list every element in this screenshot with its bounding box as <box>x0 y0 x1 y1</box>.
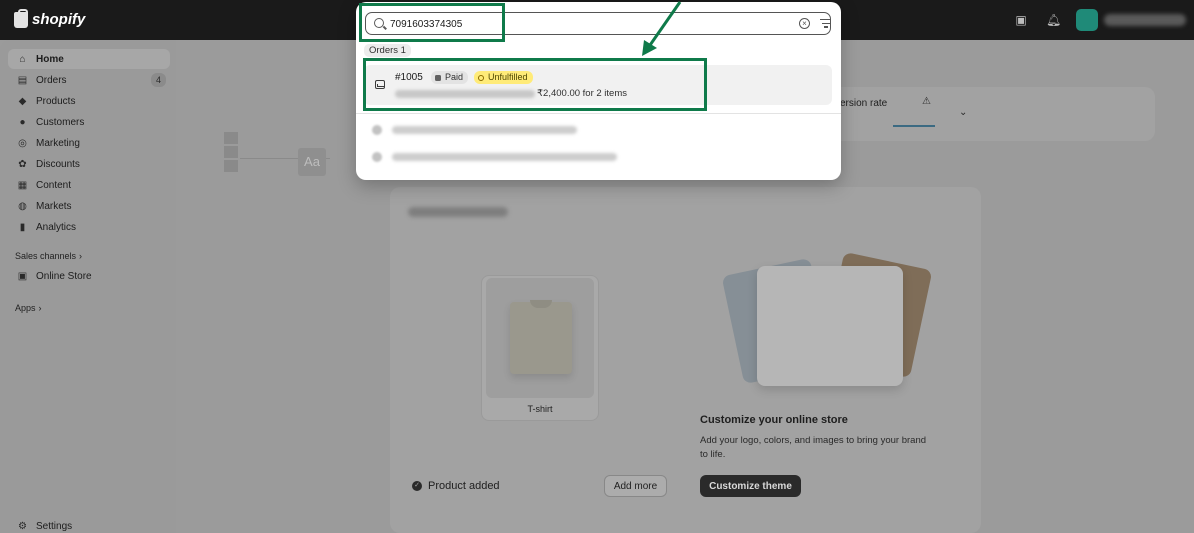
orders-icon: ▤ <box>17 74 28 86</box>
store-icon[interactable]: ▣ <box>1014 13 1028 27</box>
logo-text: shopify <box>32 11 86 28</box>
store-avatar[interactable] <box>1076 9 1098 31</box>
theme-card-front <box>757 266 903 386</box>
shopify-logo[interactable]: shopify <box>14 8 86 28</box>
sidebar-item-discounts[interactable]: ✿ Discounts <box>8 154 170 174</box>
sidebar-item-label: Content <box>36 179 72 191</box>
target-icon: ◎ <box>18 137 27 149</box>
sidebar-item-settings[interactable]: ⚙ Settings <box>8 516 170 533</box>
warning-icon: ⚠ <box>922 96 931 107</box>
suggestion-row[interactable] <box>372 124 577 136</box>
customize-theme-button[interactable]: Customize theme <box>700 475 801 497</box>
orders-filter-chip[interactable]: Orders 1 <box>364 44 411 57</box>
sidebar-item-label: Products <box>36 95 76 107</box>
sidebar-item-label: Analytics <box>36 221 77 233</box>
sidebar-item-orders[interactable]: ▤ Orders 4 <box>8 70 170 90</box>
font-icon: Aa <box>298 148 326 176</box>
sidebar: ⌂ Home ▤ Orders 4 ◆ Products ● Customers… <box>0 40 176 533</box>
customize-store-description: Add your logo, colors, and images to bri… <box>700 435 927 460</box>
person-icon: ● <box>19 116 26 128</box>
globe-icon: ◍ <box>18 200 27 212</box>
tshirt-image <box>510 300 572 374</box>
theme-illustration <box>721 251 933 387</box>
apps-label: Apps <box>15 303 36 313</box>
sidebar-item-label: Discounts <box>36 158 80 170</box>
sidebar-item-label: Home <box>36 53 64 65</box>
sidebar-item-content[interactable]: ▦ Content <box>8 175 170 195</box>
add-more-button[interactable]: Add more <box>604 475 667 497</box>
sidebar-item-label: Online Store <box>36 270 92 282</box>
sidebar-item-label: Settings <box>36 520 73 532</box>
sidebar-item-marketing[interactable]: ◎ Marketing <box>8 133 170 153</box>
chevron-down-icon[interactable]: ⌄ <box>959 107 967 118</box>
checkmark-icon: ✓ <box>412 481 422 491</box>
analytics-icon: ▮ <box>19 221 26 233</box>
suggestion-icon <box>372 152 382 162</box>
sidebar-item-label: Markets <box>36 200 72 212</box>
home-icon: ⌂ <box>19 53 26 65</box>
sidebar-item-products[interactable]: ◆ Products <box>8 91 170 111</box>
shopify-bag-icon <box>14 8 28 28</box>
chevron-right-icon: › <box>79 251 83 261</box>
sidebar-item-customers[interactable]: ● Customers <box>8 112 170 132</box>
sales-channels-label: Sales channels <box>15 251 77 261</box>
sidebar-item-home[interactable]: ⌂ Home <box>8 49 170 69</box>
suggestion-row[interactable] <box>372 151 617 163</box>
metrics-underline <box>893 125 935 127</box>
sidebar-item-label: Orders <box>36 74 67 86</box>
product-added-status: ✓ Product added <box>412 480 500 492</box>
conversion-rate-label: ersion rate <box>840 98 888 109</box>
tag-icon: ◆ <box>18 95 27 107</box>
sidebar-item-label: Customers <box>36 116 85 128</box>
product-added-text: Product added <box>428 480 500 492</box>
sidebar-item-analytics[interactable]: ▮ Analytics <box>8 217 170 237</box>
suggestion-text-blurred <box>392 153 617 161</box>
sidebar-item-markets[interactable]: ◍ Markets <box>8 196 170 216</box>
annotation-arrow-icon <box>642 1 682 56</box>
theme-layout-blocks <box>224 132 238 172</box>
sidebar-item-label: Marketing <box>36 137 80 149</box>
apps-heading[interactable]: Apps › <box>15 303 42 313</box>
orders-count-badge: 4 <box>150 73 166 87</box>
filter-icon[interactable] <box>820 19 831 28</box>
content-icon: ▦ <box>17 179 28 191</box>
bell-icon[interactable]: 🔔︎ <box>1046 13 1061 27</box>
storefront-icon: ▣ <box>17 270 28 282</box>
setup-title-blurred <box>408 207 508 217</box>
sidebar-item-online-store[interactable]: ▣ Online Store <box>8 266 170 286</box>
highlight-order-result <box>363 58 707 111</box>
discount-icon: ✿ <box>18 158 27 170</box>
settings-icon: ⚙ <box>18 520 27 532</box>
sales-channels-heading[interactable]: Sales channels › <box>15 251 82 261</box>
results-divider <box>356 113 841 114</box>
highlight-search-box <box>359 3 505 42</box>
clear-icon[interactable]: × <box>799 18 810 29</box>
chevron-right-icon: › <box>38 303 42 313</box>
store-name-blurred[interactable] <box>1104 14 1186 26</box>
suggestion-text-blurred <box>392 126 577 134</box>
suggestion-icon <box>372 125 382 135</box>
product-label: T-shirt <box>527 404 553 414</box>
customize-store-title: Customize your online store <box>700 414 848 426</box>
